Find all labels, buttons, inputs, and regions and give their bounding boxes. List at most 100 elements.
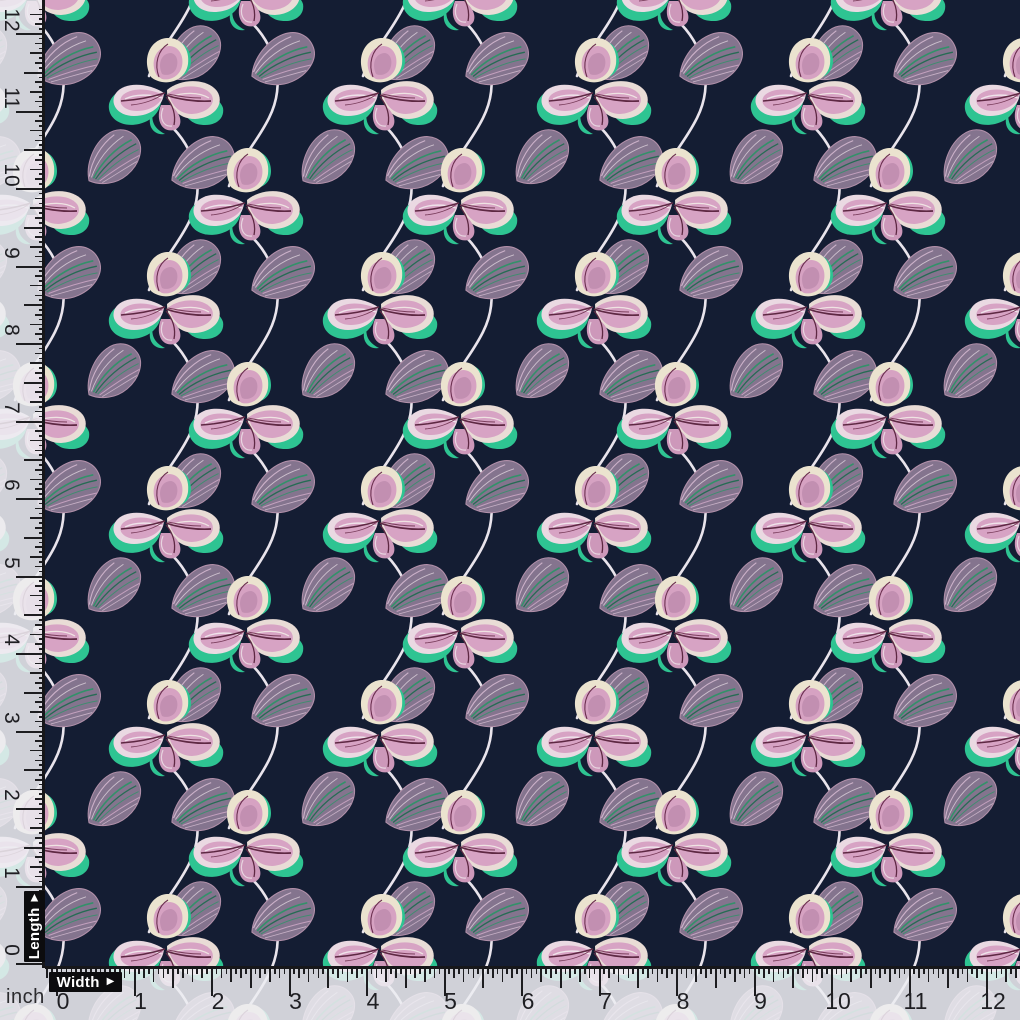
ruler-tick	[269, 968, 271, 982]
length-ruler-edge	[42, 0, 45, 968]
ruler-number: 9	[747, 990, 775, 1012]
ruler-number: 11	[0, 84, 22, 112]
ruler-tick	[686, 968, 688, 978]
length-label: Length ▶	[24, 891, 45, 962]
fabric-area	[0, 0, 1020, 1020]
ruler-tick	[783, 968, 785, 978]
ruler-tick	[414, 968, 416, 978]
width-label-text: Width	[57, 974, 100, 991]
ruler-tick	[812, 968, 814, 982]
ruler-tick	[695, 968, 697, 982]
ruler-tick	[705, 968, 707, 978]
ruler-tick	[453, 968, 455, 978]
ruler-tick	[473, 968, 475, 978]
ruler-tick	[657, 968, 659, 982]
ruler-tick	[540, 968, 542, 982]
ruler-tick	[298, 968, 300, 978]
ruler-number: 11	[902, 990, 930, 1012]
ruler-tick	[918, 968, 920, 978]
ruler-tick	[996, 968, 998, 978]
ruler-tick	[356, 968, 358, 978]
ruler-tick	[773, 968, 775, 982]
ruler-tick	[928, 968, 930, 982]
ruler-tick	[395, 968, 397, 978]
fabric-swatch-image: 0123456789101112 0123456789101112 Length…	[0, 0, 1020, 1020]
ruler-number: 0	[0, 936, 22, 964]
ruler-tick	[531, 968, 533, 978]
ruler-tick	[376, 968, 378, 978]
ruler-tick	[870, 968, 872, 988]
ruler-tick	[792, 968, 794, 988]
width-ruler-edge	[45, 966, 1020, 969]
ruler-tick	[724, 968, 726, 978]
ruler-tick	[860, 968, 862, 978]
ruler-tick	[569, 968, 571, 978]
ruler-tick	[221, 968, 223, 978]
ruler-tick	[24, 847, 44, 849]
ruler-tick	[1015, 968, 1017, 978]
ruler-number: 1	[0, 859, 22, 887]
width-label: Width ▶	[49, 972, 122, 992]
ruler-tick	[802, 968, 804, 978]
ruler-number: 10	[824, 990, 852, 1012]
ruler-tick	[143, 968, 145, 978]
ruler-tick	[201, 968, 203, 978]
ruler-tick	[850, 968, 852, 982]
ruler-tick	[347, 968, 349, 982]
ruler-tick	[976, 968, 978, 978]
length-arrow-icon: ▶	[30, 894, 40, 902]
ruler-tick	[744, 968, 746, 978]
ruler-tick	[24, 537, 44, 539]
ruler-tick	[763, 968, 765, 978]
ruler-number: 8	[0, 316, 22, 344]
ruler-number: 6	[514, 990, 542, 1012]
ruler-tick	[24, 72, 44, 74]
ruler-tick	[24, 149, 44, 151]
ruler-tick	[715, 968, 717, 988]
ruler-number: 7	[592, 990, 620, 1012]
ruler-tick	[628, 968, 630, 978]
ruler-tick	[318, 968, 320, 978]
ruler-tick	[899, 968, 901, 978]
ruler-number: 1	[127, 990, 155, 1012]
ruler-tick	[24, 304, 44, 306]
ruler-number: 0	[49, 990, 77, 1012]
ruler-tick	[492, 968, 494, 978]
fabric-pattern	[0, 0, 1020, 1020]
ruler-number: 10	[0, 161, 22, 189]
ruler-number: 5	[0, 549, 22, 577]
ruler-tick	[230, 968, 232, 982]
ruler-number: 8	[669, 990, 697, 1012]
ruler-tick	[46, 968, 48, 978]
width-arrow-icon: ▶	[107, 977, 115, 987]
ruler-tick	[434, 968, 436, 978]
inch-unit-label: inch	[6, 986, 45, 1009]
ruler-tick	[618, 968, 620, 982]
ruler-number: 2	[204, 990, 232, 1012]
ruler-tick	[666, 968, 668, 978]
ruler-number: 9	[0, 239, 22, 267]
ruler-tick	[579, 968, 581, 982]
ruler-tick	[821, 968, 823, 978]
ruler-tick	[24, 769, 44, 771]
ruler-tick	[482, 968, 484, 988]
ruler-tick	[463, 968, 465, 982]
ruler-tick	[192, 968, 194, 982]
ruler-tick	[550, 968, 552, 978]
ruler-tick	[24, 692, 44, 694]
ruler-number: 12	[0, 6, 22, 34]
ruler-tick	[259, 968, 261, 978]
ruler-tick	[337, 968, 339, 978]
ruler-tick	[637, 968, 639, 988]
ruler-tick	[405, 968, 407, 988]
ruler-tick	[1005, 968, 1007, 982]
ruler-number: 4	[359, 990, 387, 1012]
ruler-tick	[589, 968, 591, 978]
width-ruler: 0123456789101112	[0, 968, 1020, 1020]
ruler-number: 3	[0, 704, 22, 732]
ruler-tick	[24, 459, 44, 461]
ruler-tick	[153, 968, 155, 982]
ruler-tick	[172, 968, 174, 988]
ruler-tick	[889, 968, 891, 982]
ruler-tick	[879, 968, 881, 978]
